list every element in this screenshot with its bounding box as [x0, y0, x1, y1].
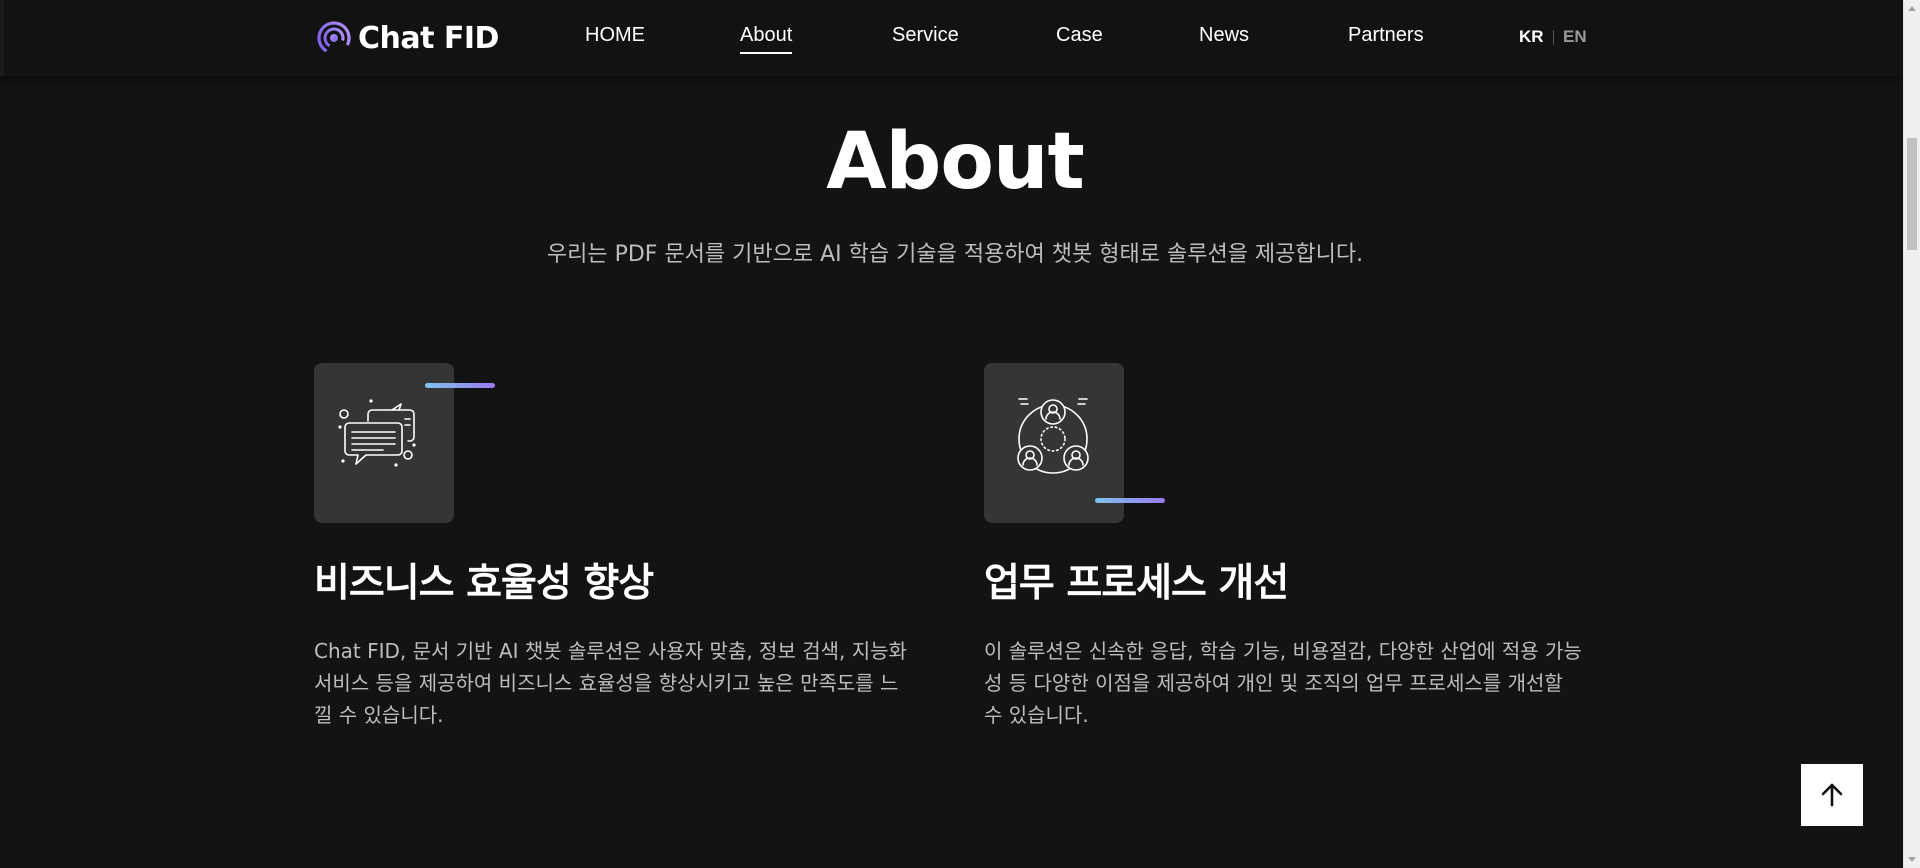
logo[interactable]: Chat FID [317, 18, 499, 58]
logo-broadcast-icon [317, 21, 351, 55]
feature-description: 이 솔루션은 신속한 응답, 학습 기능, 비용절감, 다양한 산업에 적용 가… [984, 639, 1582, 727]
nav-about[interactable]: About [740, 24, 793, 54]
page-scrollbar[interactable] [1903, 0, 1920, 868]
feature-title: 비즈니스 효율성 향상 [314, 561, 654, 606]
feature-card-efficiency: 비즈니스 효율성 향상 Chat FID, 문서 기반 AI 챗봇 솔루션은 사… [314, 363, 914, 731]
nav-home[interactable]: HOME [585, 24, 645, 47]
feature-icon-box [984, 363, 1165, 523]
lang-divider [1553, 30, 1554, 45]
page-subtitle: 우리는 PDF 문서를 기반으로 AI 학습 기술을 적용하여 챗봇 형태로 솔… [546, 242, 1364, 267]
nav-case[interactable]: Case [1056, 24, 1103, 47]
accent-bar [425, 383, 495, 388]
nav-news[interactable]: News [1199, 24, 1249, 47]
accent-bar [1095, 498, 1165, 503]
feature-description: Chat FID, 문서 기반 AI 챗봇 솔루션은 사용자 맞춤, 정보 검색… [314, 639, 907, 727]
site-header: Chat FID HOME About Service Case News Pa… [0, 0, 1903, 76]
chat-bubbles-icon [338, 399, 416, 467]
page: Chat FID HOME About Service Case News Pa… [0, 0, 1903, 868]
scroll-down-arrow-icon[interactable] [1908, 857, 1916, 862]
scroll-up-arrow-icon[interactable] [1908, 6, 1916, 11]
back-to-top-button[interactable] [1801, 764, 1863, 826]
feature-icon-box [314, 363, 495, 523]
feature-card-process: 업무 프로세스 개선 이 솔루션은 신속한 응답, 학습 기능, 비용절감, 다… [984, 363, 1584, 731]
lang-en-button[interactable]: EN [1563, 27, 1587, 47]
nav-partners[interactable]: Partners [1348, 24, 1424, 47]
logo-text: Chat FID [358, 20, 499, 56]
lang-kr-button[interactable]: KR [1519, 27, 1544, 47]
team-network-icon [1017, 398, 1089, 474]
nav-service[interactable]: Service [892, 24, 959, 47]
arrow-up-icon [1821, 783, 1843, 807]
scrollbar-thumb[interactable] [1907, 138, 1917, 250]
page-title: About [826, 117, 1085, 207]
feature-title: 업무 프로세스 개선 [984, 561, 1289, 606]
